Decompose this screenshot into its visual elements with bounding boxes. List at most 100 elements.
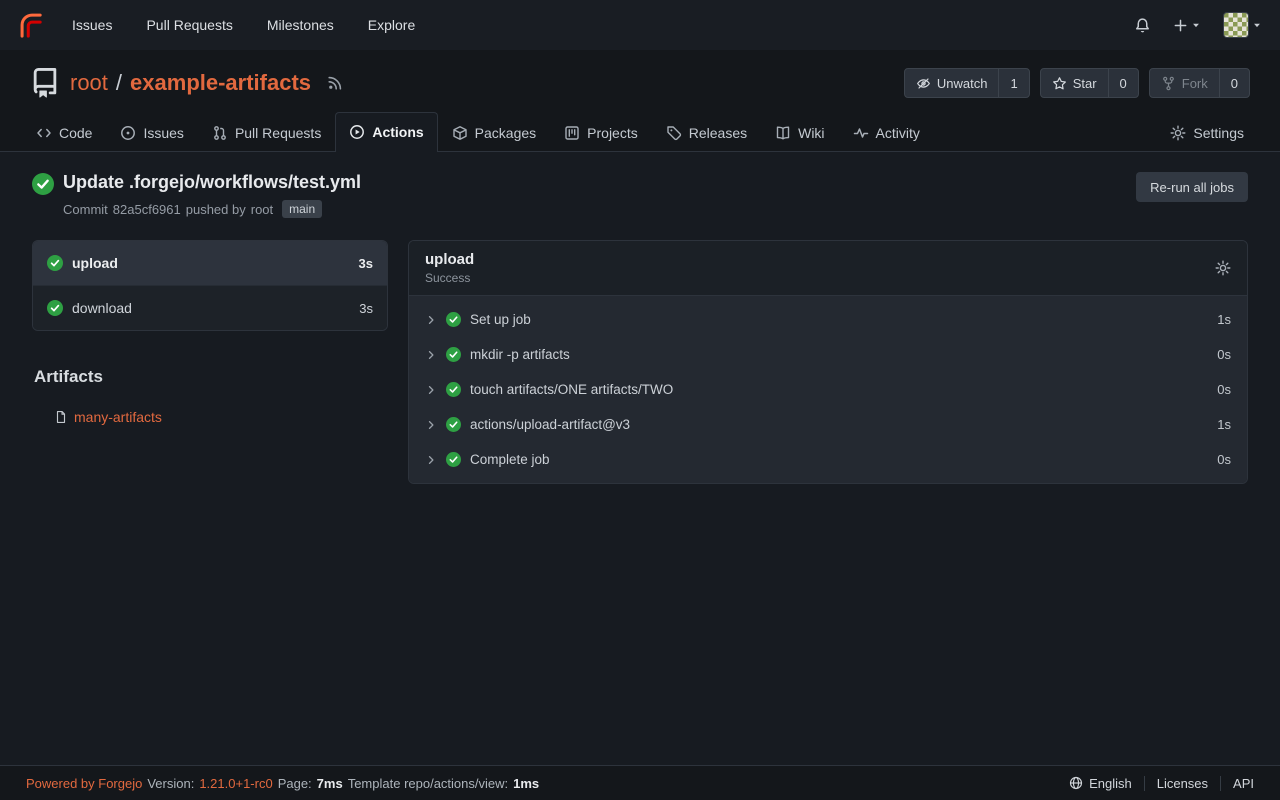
run-sidebar: upload 3s download 3s Artifacts (32, 240, 388, 484)
branch-badge[interactable]: main (282, 200, 322, 218)
tab-activity[interactable]: Activity (839, 113, 934, 152)
tab-label: Issues (143, 125, 183, 141)
tab-issues[interactable]: Issues (106, 113, 197, 152)
repo-action-buttons: Unwatch 1 Star 0 (904, 68, 1250, 98)
licenses-link[interactable]: Licenses (1144, 776, 1220, 791)
code-icon (36, 125, 52, 141)
user-menu-button[interactable] (1223, 12, 1262, 38)
tab-packages[interactable]: Packages (438, 113, 550, 152)
create-new-button[interactable] (1173, 18, 1201, 33)
bell-icon (1134, 17, 1151, 34)
package-icon (452, 125, 468, 141)
step-row[interactable]: touch artifacts/ONE artifacts/TWO 0s (409, 372, 1247, 407)
footer: Powered by Forgejo Version: 1.21.0+1-rc0… (0, 765, 1280, 800)
nav-milestones[interactable]: Milestones (267, 17, 334, 33)
footer-left: Powered by Forgejo Version: 1.21.0+1-rc0… (26, 776, 539, 791)
author-link[interactable]: root (251, 202, 273, 217)
step-label: Complete job (470, 452, 550, 467)
job-detail-card: upload Success (408, 240, 1248, 484)
tab-wiki[interactable]: Wiki (761, 113, 838, 152)
run-header: Update .forgejo/workflows/test.yml Commi… (32, 172, 1248, 218)
run-body: upload 3s download 3s Artifacts (32, 240, 1248, 484)
book-icon (775, 125, 791, 141)
artifacts-heading: Artifacts (34, 367, 388, 387)
star-button[interactable]: Star (1041, 69, 1108, 97)
tab-label: Packages (475, 125, 536, 141)
tab-label: Wiki (798, 125, 824, 141)
check-circle-icon (446, 417, 461, 432)
chevron-right-icon (425, 454, 437, 466)
page-time-value: 7ms (317, 776, 343, 791)
stars-count[interactable]: 0 (1108, 69, 1138, 97)
footer-right: English Licenses API (1057, 776, 1254, 791)
step-row[interactable]: Complete job 0s (409, 442, 1247, 477)
rss-feed-button[interactable] (327, 75, 343, 91)
artifact-download-link[interactable]: many-artifacts (74, 409, 162, 425)
play-circle-icon (349, 124, 365, 140)
tab-settings[interactable]: Settings (1156, 113, 1258, 152)
language-selector[interactable]: English (1057, 776, 1144, 791)
step-row[interactable]: mkdir -p artifacts 0s (409, 337, 1247, 372)
forgejo-logo[interactable] (18, 11, 46, 39)
repo-owner-link[interactable]: root (70, 70, 108, 96)
repo-icon (30, 68, 60, 98)
job-row-upload[interactable]: upload 3s (33, 241, 387, 285)
gear-icon (1170, 125, 1186, 141)
step-duration: 1s (1217, 417, 1231, 432)
tab-label: Settings (1193, 125, 1244, 141)
job-row-download[interactable]: download 3s (33, 285, 387, 330)
step-label: actions/upload-artifact@v3 (470, 417, 630, 432)
repo-name-link[interactable]: example-artifacts (130, 70, 311, 96)
check-circle-icon (446, 312, 461, 327)
globe-icon (1069, 776, 1083, 790)
version-link[interactable]: 1.21.0+1-rc0 (199, 776, 272, 791)
chevron-right-icon (425, 384, 437, 396)
nav-issues[interactable]: Issues (72, 17, 112, 33)
nav-explore[interactable]: Explore (368, 17, 415, 33)
plus-icon (1173, 18, 1188, 33)
check-circle-icon (32, 173, 54, 195)
watchers-count[interactable]: 1 (998, 69, 1028, 97)
job-duration: 3s (359, 301, 373, 316)
project-icon (564, 125, 580, 141)
notifications-button[interactable] (1134, 17, 1151, 34)
commit-sha-link[interactable]: 82a5cf6961 (113, 202, 181, 217)
nav-pull-requests[interactable]: Pull Requests (146, 17, 232, 33)
api-link[interactable]: API (1220, 776, 1254, 791)
page: Issues Pull Requests Milestones Explore (0, 0, 1280, 800)
forks-count[interactable]: 0 (1219, 69, 1249, 97)
check-circle-icon (47, 300, 63, 316)
pushed-by-label: pushed by (186, 202, 246, 217)
step-row[interactable]: Set up job 1s (409, 302, 1247, 337)
chevron-right-icon (425, 314, 437, 326)
chevron-right-icon (425, 349, 437, 361)
run-title: Update .forgejo/workflows/test.yml (63, 172, 361, 193)
powered-by-link[interactable]: Powered by Forgejo (26, 776, 142, 791)
step-label: touch artifacts/ONE artifacts/TWO (470, 382, 673, 397)
tab-code[interactable]: Code (22, 113, 106, 152)
tab-label: Activity (876, 125, 920, 141)
job-steps-list: Set up job 1s mkdir -p artifacts 0s (409, 296, 1247, 483)
job-duration: 3s (359, 256, 373, 271)
job-detail-name: upload (425, 251, 474, 268)
job-options-button[interactable] (1215, 260, 1231, 276)
avatar (1223, 12, 1249, 38)
step-row[interactable]: actions/upload-artifact@v3 1s (409, 407, 1247, 442)
rerun-all-jobs-button[interactable]: Re-run all jobs (1136, 172, 1248, 202)
artifact-item: many-artifacts (54, 409, 388, 425)
tab-pull-requests[interactable]: Pull Requests (198, 113, 335, 152)
repo-tabs: Code Issues Pull Requests (0, 112, 1280, 152)
step-duration: 0s (1217, 382, 1231, 397)
tab-projects[interactable]: Projects (550, 113, 652, 152)
tab-releases[interactable]: Releases (652, 113, 761, 152)
job-detail-status: Success (425, 271, 474, 285)
template-time-label: Template repo/actions/view: (348, 776, 508, 791)
pulse-icon (853, 125, 869, 141)
navbar-links: Issues Pull Requests Milestones Explore (72, 17, 415, 33)
unwatch-button[interactable]: Unwatch (905, 69, 999, 97)
fork-button[interactable]: Fork (1150, 69, 1219, 97)
tab-actions[interactable]: Actions (335, 112, 437, 152)
rss-icon (327, 75, 343, 91)
language-label: English (1089, 776, 1132, 791)
job-name: download (72, 300, 132, 316)
